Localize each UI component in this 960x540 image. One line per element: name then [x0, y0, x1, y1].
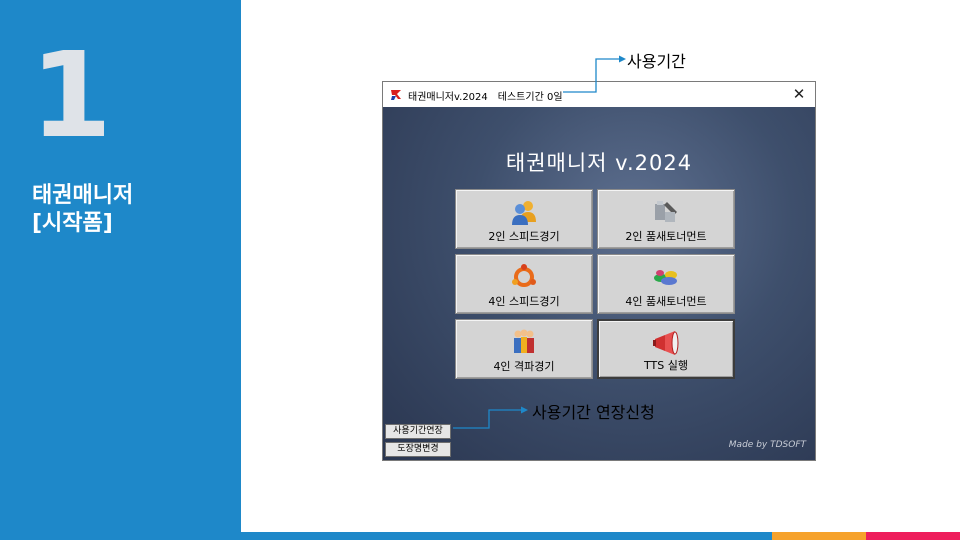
usage-extend-annotation: 사용기간 연장신청 — [532, 403, 655, 422]
annotation-arrows — [453, 55, 626, 429]
arrow-usage-period — [563, 55, 626, 93]
arrow-usage-extend — [453, 406, 528, 429]
usage-period-annotation: 사용기간 — [627, 52, 686, 71]
